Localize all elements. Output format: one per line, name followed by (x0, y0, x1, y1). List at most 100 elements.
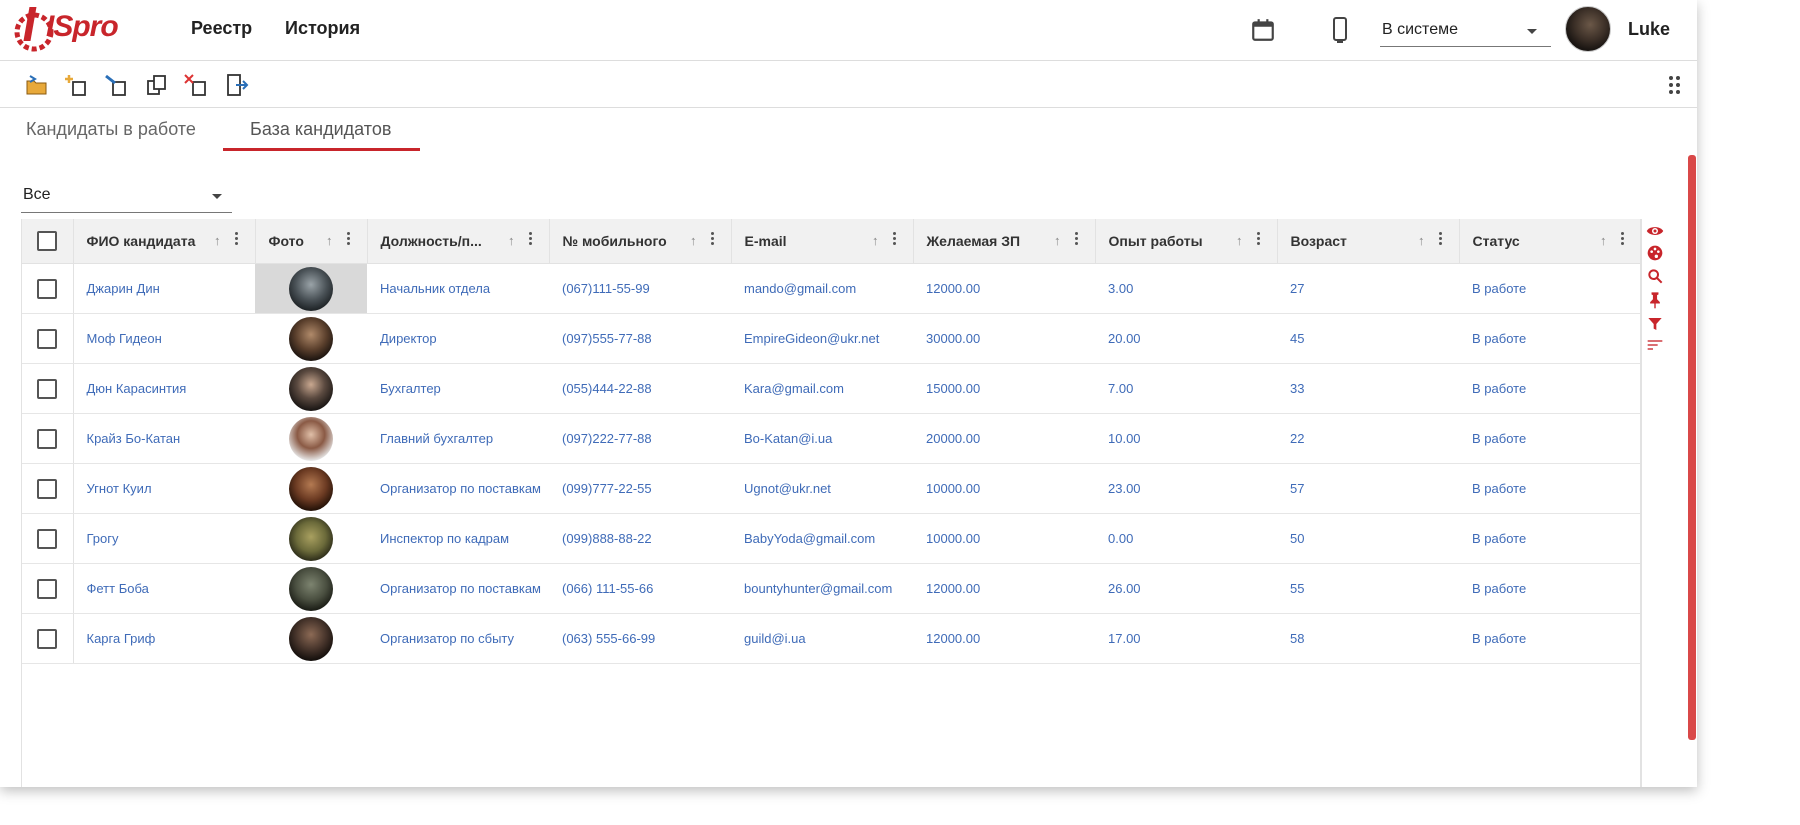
cell-position[interactable]: Инспектор по кадрам (367, 513, 549, 564)
cell-age[interactable]: 50 (1277, 513, 1459, 564)
cell-name[interactable]: Джарин Дин (73, 263, 255, 314)
cell-experience[interactable]: 23.00 (1095, 463, 1277, 514)
phone-icon[interactable] (1332, 16, 1348, 44)
cell-phone[interactable]: (055)444-22-88 (549, 363, 731, 414)
cell-age[interactable]: 22 (1277, 413, 1459, 464)
column-menu-icon[interactable] (710, 232, 715, 247)
cell-experience[interactable]: 10.00 (1095, 413, 1277, 464)
cell-salary[interactable]: 12000.00 (913, 263, 1095, 314)
cell-email[interactable]: bountyhunter@gmail.com (731, 563, 913, 614)
sort-arrow-icon[interactable]: ↑ (326, 233, 333, 248)
cell-name[interactable]: Угнот Куил (73, 463, 255, 514)
cell-age[interactable]: 55 (1277, 563, 1459, 614)
table-row[interactable]: Карга Гриф Организатор по сбыту (063) 55… (22, 613, 1641, 664)
cell-salary[interactable]: 15000.00 (913, 363, 1095, 414)
tab-candidates-in-work[interactable]: Кандидаты в работе (26, 119, 196, 140)
cell-age[interactable]: 45 (1277, 313, 1459, 364)
column-header-position[interactable]: Должность/п... ↑ (367, 219, 550, 264)
sort-arrow-icon[interactable]: ↑ (1054, 233, 1061, 248)
cell-status[interactable]: В работе (1459, 413, 1641, 464)
cell-experience[interactable]: 26.00 (1095, 563, 1277, 614)
ispro-logo[interactable]: ISpro (12, 4, 119, 56)
cell-email[interactable]: Ugnot@ukr.net (731, 463, 913, 514)
cell-experience[interactable]: 20.00 (1095, 313, 1277, 364)
column-menu-icon[interactable] (1256, 232, 1261, 247)
cell-salary[interactable]: 10000.00 (913, 463, 1095, 514)
column-header-photo[interactable]: Фото ↑ (255, 219, 368, 264)
sort-lines-icon[interactable] (1647, 339, 1663, 351)
cell-salary[interactable]: 12000.00 (913, 613, 1095, 664)
column-header-experience[interactable]: Опыт работы ↑ (1095, 219, 1278, 264)
sort-arrow-icon[interactable]: ↑ (690, 233, 697, 248)
cell-email[interactable]: BabyYoda@gmail.com (731, 513, 913, 564)
cell-experience[interactable]: 3.00 (1095, 263, 1277, 314)
cell-experience[interactable]: 7.00 (1095, 363, 1277, 414)
sort-arrow-icon[interactable]: ↑ (1236, 233, 1243, 248)
row-checkbox[interactable] (37, 428, 58, 449)
cell-photo[interactable] (255, 413, 367, 464)
cell-experience[interactable]: 0.00 (1095, 513, 1277, 564)
column-header-status[interactable]: Статус ↑ (1459, 219, 1642, 264)
column-menu-icon[interactable] (892, 232, 897, 247)
edit-record-icon[interactable] (104, 73, 128, 97)
column-header-name[interactable]: ФИО кандидата ↑ (73, 219, 256, 264)
cell-position[interactable]: Бухгалтер (367, 363, 549, 414)
cell-name[interactable]: Грогу (73, 513, 255, 564)
cell-phone[interactable]: (066) 111-55-66 (549, 563, 731, 614)
cell-phone[interactable]: (097)555-77-88 (549, 313, 731, 364)
cell-salary[interactable]: 10000.00 (913, 513, 1095, 564)
cell-salary[interactable]: 30000.00 (913, 313, 1095, 364)
table-row[interactable]: Крайз Бо-Катан Главний бухгалтер (097)22… (22, 413, 1641, 464)
sort-arrow-icon[interactable]: ↑ (508, 233, 515, 248)
column-menu-icon[interactable] (528, 232, 533, 247)
cell-age[interactable]: 27 (1277, 263, 1459, 314)
cell-salary[interactable]: 12000.00 (913, 563, 1095, 614)
cell-email[interactable]: guild@i.ua (731, 613, 913, 664)
row-checkbox[interactable] (37, 328, 58, 349)
cell-age[interactable]: 58 (1277, 613, 1459, 664)
column-header-age[interactable]: Возраст ↑ (1277, 219, 1460, 264)
nav-history[interactable]: История (285, 18, 360, 39)
table-row[interactable]: Дюн Карасинтия Бухгалтер (055)444-22-88 … (22, 363, 1641, 414)
filter-select[interactable]: Все (21, 182, 232, 213)
sort-arrow-icon[interactable]: ↑ (872, 233, 879, 248)
column-menu-icon[interactable] (234, 232, 239, 247)
cell-email[interactable]: Bo-Katan@i.ua (731, 413, 913, 464)
cell-position[interactable]: Организатор по поставкам (367, 463, 549, 514)
cell-position[interactable]: Директор (367, 313, 549, 364)
cell-phone[interactable]: (067)111-55-99 (549, 263, 731, 314)
presence-status-select[interactable]: В системе (1380, 18, 1551, 47)
cell-name[interactable]: Дюн Карасинтия (73, 363, 255, 414)
copy-icon[interactable] (145, 73, 169, 97)
cell-position[interactable]: Организатор по поставкам (367, 563, 549, 614)
cell-photo[interactable] (255, 263, 367, 314)
filter-icon[interactable] (1647, 316, 1663, 332)
table-row[interactable]: Фетт Боба Организатор по поставкам (066)… (22, 563, 1641, 614)
cell-name[interactable]: Фетт Боба (73, 563, 255, 614)
table-row[interactable]: Джарин Дин Начальник отдела (067)111-55-… (22, 263, 1641, 314)
cell-name[interactable]: Карга Гриф (73, 613, 255, 664)
column-menu-icon[interactable] (1620, 232, 1625, 247)
cell-photo[interactable] (255, 463, 367, 514)
column-header-phone[interactable]: № мобильного ↑ (549, 219, 732, 264)
row-checkbox[interactable] (37, 378, 58, 399)
nav-registry[interactable]: Реестр (191, 18, 252, 39)
table-row[interactable]: Моф Гидеон Директор (097)555-77-88 Empir… (22, 313, 1641, 364)
cell-age[interactable]: 33 (1277, 363, 1459, 414)
cell-photo[interactable] (255, 313, 367, 364)
cell-name[interactable]: Крайз Бо-Катан (73, 413, 255, 464)
cell-phone[interactable]: (099)777-22-55 (549, 463, 731, 514)
tab-candidate-base[interactable]: База кандидатов (250, 119, 391, 140)
cell-status[interactable]: В работе (1459, 263, 1641, 314)
cell-photo[interactable] (255, 613, 367, 664)
cell-salary[interactable]: 20000.00 (913, 413, 1095, 464)
select-all-checkbox[interactable] (37, 231, 58, 251)
delete-icon[interactable] (184, 73, 208, 97)
grid-menu-icon[interactable] (1668, 75, 1682, 95)
add-record-icon[interactable] (64, 73, 88, 97)
cell-status[interactable]: В работе (1459, 563, 1641, 614)
column-header-salary[interactable]: Желаемая ЗП ↑ (913, 219, 1096, 264)
user-name[interactable]: Luke (1628, 19, 1670, 40)
search-icon[interactable] (1647, 268, 1663, 284)
cell-status[interactable]: В работе (1459, 313, 1641, 364)
